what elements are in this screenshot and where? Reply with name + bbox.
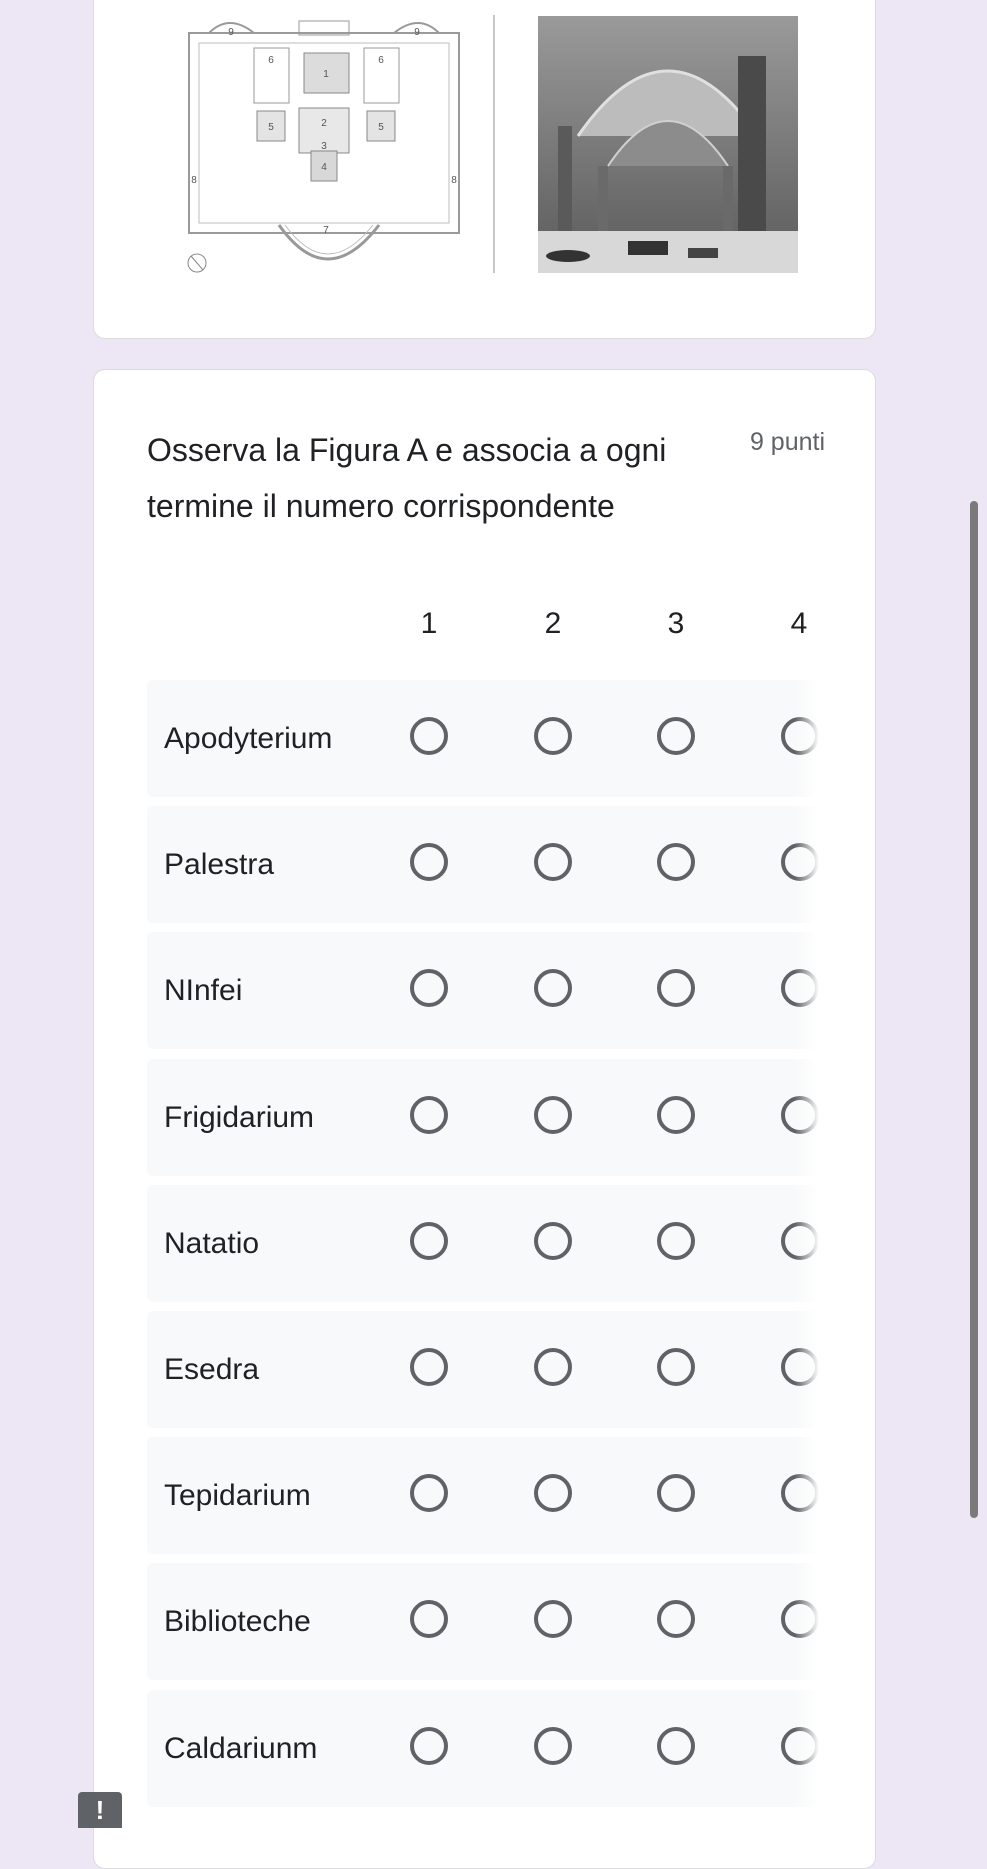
- column-header: 4: [790, 607, 808, 640]
- row-label: Tepidarium: [164, 1479, 311, 1513]
- radio-option-col-2[interactable]: [534, 843, 572, 882]
- radio-option-col-4[interactable]: [781, 1600, 819, 1639]
- floor-plan-figure: 9 9 6 1 6 5 2 5 3 4 8 8 7: [187, 20, 460, 273]
- radio-option-col-4[interactable]: [781, 1474, 819, 1513]
- plan-label: 2: [321, 118, 327, 129]
- row-label: Apodyterium: [164, 722, 333, 755]
- radio-option-col-2[interactable]: [534, 1474, 572, 1513]
- grid-row: Tepidarium: [147, 1437, 819, 1555]
- row-label: Biblioteche: [164, 1605, 311, 1639]
- row-label: Natatio: [164, 1226, 260, 1260]
- plan-label: 1: [323, 69, 329, 80]
- grid-row: Esedra: [147, 1311, 819, 1428]
- radio-option-col-1[interactable]: [410, 969, 448, 1008]
- radio-option-col-3[interactable]: [657, 717, 695, 755]
- plan-label: 5: [268, 122, 274, 133]
- radio-option-col-2[interactable]: [534, 1600, 572, 1639]
- plan-label: 4: [321, 162, 327, 173]
- plan-label: 6: [378, 55, 384, 66]
- grid-row: Frigidarium: [147, 1058, 819, 1176]
- row-label: Caldariunm: [164, 1731, 318, 1765]
- question-card: Osserva la Figura A e associa a ogni ter…: [93, 369, 876, 1869]
- radio-option-col-4[interactable]: [781, 1221, 819, 1260]
- plan-label: 9: [414, 27, 420, 38]
- radio-option-col-2[interactable]: [534, 1221, 572, 1260]
- radio-option-col-1[interactable]: [410, 717, 448, 755]
- grid-row: Palestra: [147, 806, 819, 924]
- warning-badge: !: [78, 1792, 122, 1828]
- radio-option-col-4[interactable]: [781, 843, 819, 882]
- radio-option-col-1[interactable]: [410, 1095, 448, 1134]
- radio-option-col-2[interactable]: [534, 717, 572, 755]
- radio-option-col-3[interactable]: [657, 1348, 695, 1386]
- question-title: Osserva la Figura A e associa a ogni ter…: [147, 432, 667, 524]
- plan-label: 3: [321, 141, 327, 152]
- radio-option-col-2[interactable]: [534, 1348, 572, 1386]
- radio-option-col-3[interactable]: [657, 1726, 695, 1765]
- grid-row: Natatio: [147, 1184, 819, 1302]
- radio-option-col-1[interactable]: [410, 1600, 448, 1639]
- radio-option-col-3[interactable]: [657, 1095, 695, 1134]
- radio-option-col-3[interactable]: [657, 969, 695, 1008]
- radio-option-col-2[interactable]: [534, 1726, 572, 1765]
- interior-photo-figure: [538, 16, 798, 273]
- radio-option-col-2[interactable]: [534, 1095, 572, 1134]
- row-label: NInfei: [164, 974, 243, 1008]
- radio-option-col-1[interactable]: [410, 1474, 448, 1513]
- grid-row: Caldariunm: [147, 1689, 819, 1807]
- grid-row: Apodyterium: [147, 680, 819, 797]
- radio-option-col-2[interactable]: [534, 969, 572, 1008]
- radio-option-col-3[interactable]: [657, 1221, 695, 1260]
- radio-option-col-1[interactable]: [410, 843, 448, 882]
- radio-option-col-3[interactable]: [657, 1474, 695, 1513]
- radio-option-col-4[interactable]: [781, 1095, 819, 1134]
- figure-card: 9 9 6 1 6 5 2 5 3 4 8 8 7: [93, 0, 876, 339]
- radio-option-col-4[interactable]: [781, 1348, 819, 1386]
- radio-option-col-1[interactable]: [410, 1348, 448, 1386]
- column-header: 2: [544, 607, 562, 640]
- radio-option-col-3[interactable]: [657, 1600, 695, 1639]
- radio-option-col-4[interactable]: [781, 717, 819, 755]
- plan-label: 5: [378, 122, 384, 133]
- radio-option-col-4[interactable]: [781, 1726, 819, 1765]
- radio-option-col-4[interactable]: [781, 969, 819, 1008]
- row-label: Palestra: [164, 848, 275, 882]
- points-label: 9 punti: [749, 428, 825, 456]
- scrollbar[interactable]: [970, 501, 978, 1518]
- column-header: 1: [420, 607, 438, 640]
- row-label: Frigidarium: [164, 1100, 315, 1134]
- figure-divider: [493, 15, 495, 273]
- radio-option-col-3[interactable]: [657, 843, 695, 882]
- plan-label: 9: [228, 27, 234, 38]
- column-header: 3: [667, 607, 685, 640]
- plan-label: 6: [268, 55, 274, 66]
- plan-label: 8: [191, 175, 197, 186]
- grid-row: Biblioteche: [147, 1563, 819, 1681]
- plan-label: 7: [323, 225, 329, 236]
- radio-option-col-1[interactable]: [410, 1221, 448, 1260]
- radio-option-col-1[interactable]: [410, 1726, 448, 1765]
- row-label: Esedra: [164, 1353, 260, 1386]
- plan-label: 8: [451, 175, 457, 186]
- grid-row: NInfei: [147, 932, 819, 1050]
